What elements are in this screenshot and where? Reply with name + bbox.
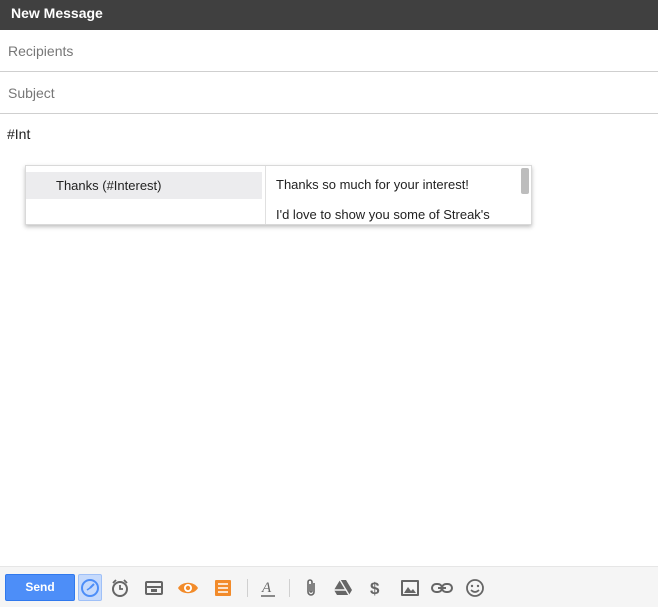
drive-icon[interactable]	[331, 574, 355, 601]
snippet-preview: Thanks so much for your interest! I'd lo…	[266, 166, 531, 224]
snippet-popup: Thanks (#Interest) Thanks so much for yo…	[25, 165, 532, 225]
svg-text:A: A	[261, 580, 272, 596]
tracking-eye-icon[interactable]	[176, 574, 200, 601]
reminder-alarm-icon[interactable]	[108, 574, 132, 601]
money-icon[interactable]: $	[364, 574, 388, 601]
message-body[interactable]: #Int	[7, 126, 30, 142]
preview-scrollbar[interactable]	[521, 168, 529, 194]
send-button[interactable]: Send	[5, 574, 75, 601]
subject-field[interactable]: Subject	[0, 72, 658, 114]
preview-line: I'd love to show you some of Streak's	[276, 207, 490, 222]
compose-toolbar: Send A $	[0, 566, 658, 607]
recipients-field[interactable]: Recipients	[0, 30, 658, 72]
snippet-list: Thanks (#Interest)	[26, 166, 266, 224]
attach-icon[interactable]	[299, 574, 323, 601]
toolbar-divider	[289, 579, 290, 597]
snippet-item[interactable]: Thanks (#Interest)	[26, 172, 262, 199]
toolbar-divider	[247, 579, 248, 597]
insert-link-icon[interactable]	[430, 574, 454, 601]
notes-icon[interactable]	[211, 574, 235, 601]
schedule-send-icon[interactable]	[78, 574, 102, 601]
preview-line: Thanks so much for your interest!	[276, 177, 469, 192]
subject-placeholder: Subject	[8, 85, 55, 101]
svg-text:$: $	[370, 579, 380, 598]
emoji-icon[interactable]	[463, 574, 487, 601]
compose-title: New Message	[0, 0, 658, 30]
recipients-placeholder: Recipients	[8, 43, 74, 59]
insert-photo-icon[interactable]	[398, 574, 422, 601]
snippets-icon[interactable]	[142, 574, 166, 601]
formatting-icon[interactable]: A	[256, 574, 280, 601]
